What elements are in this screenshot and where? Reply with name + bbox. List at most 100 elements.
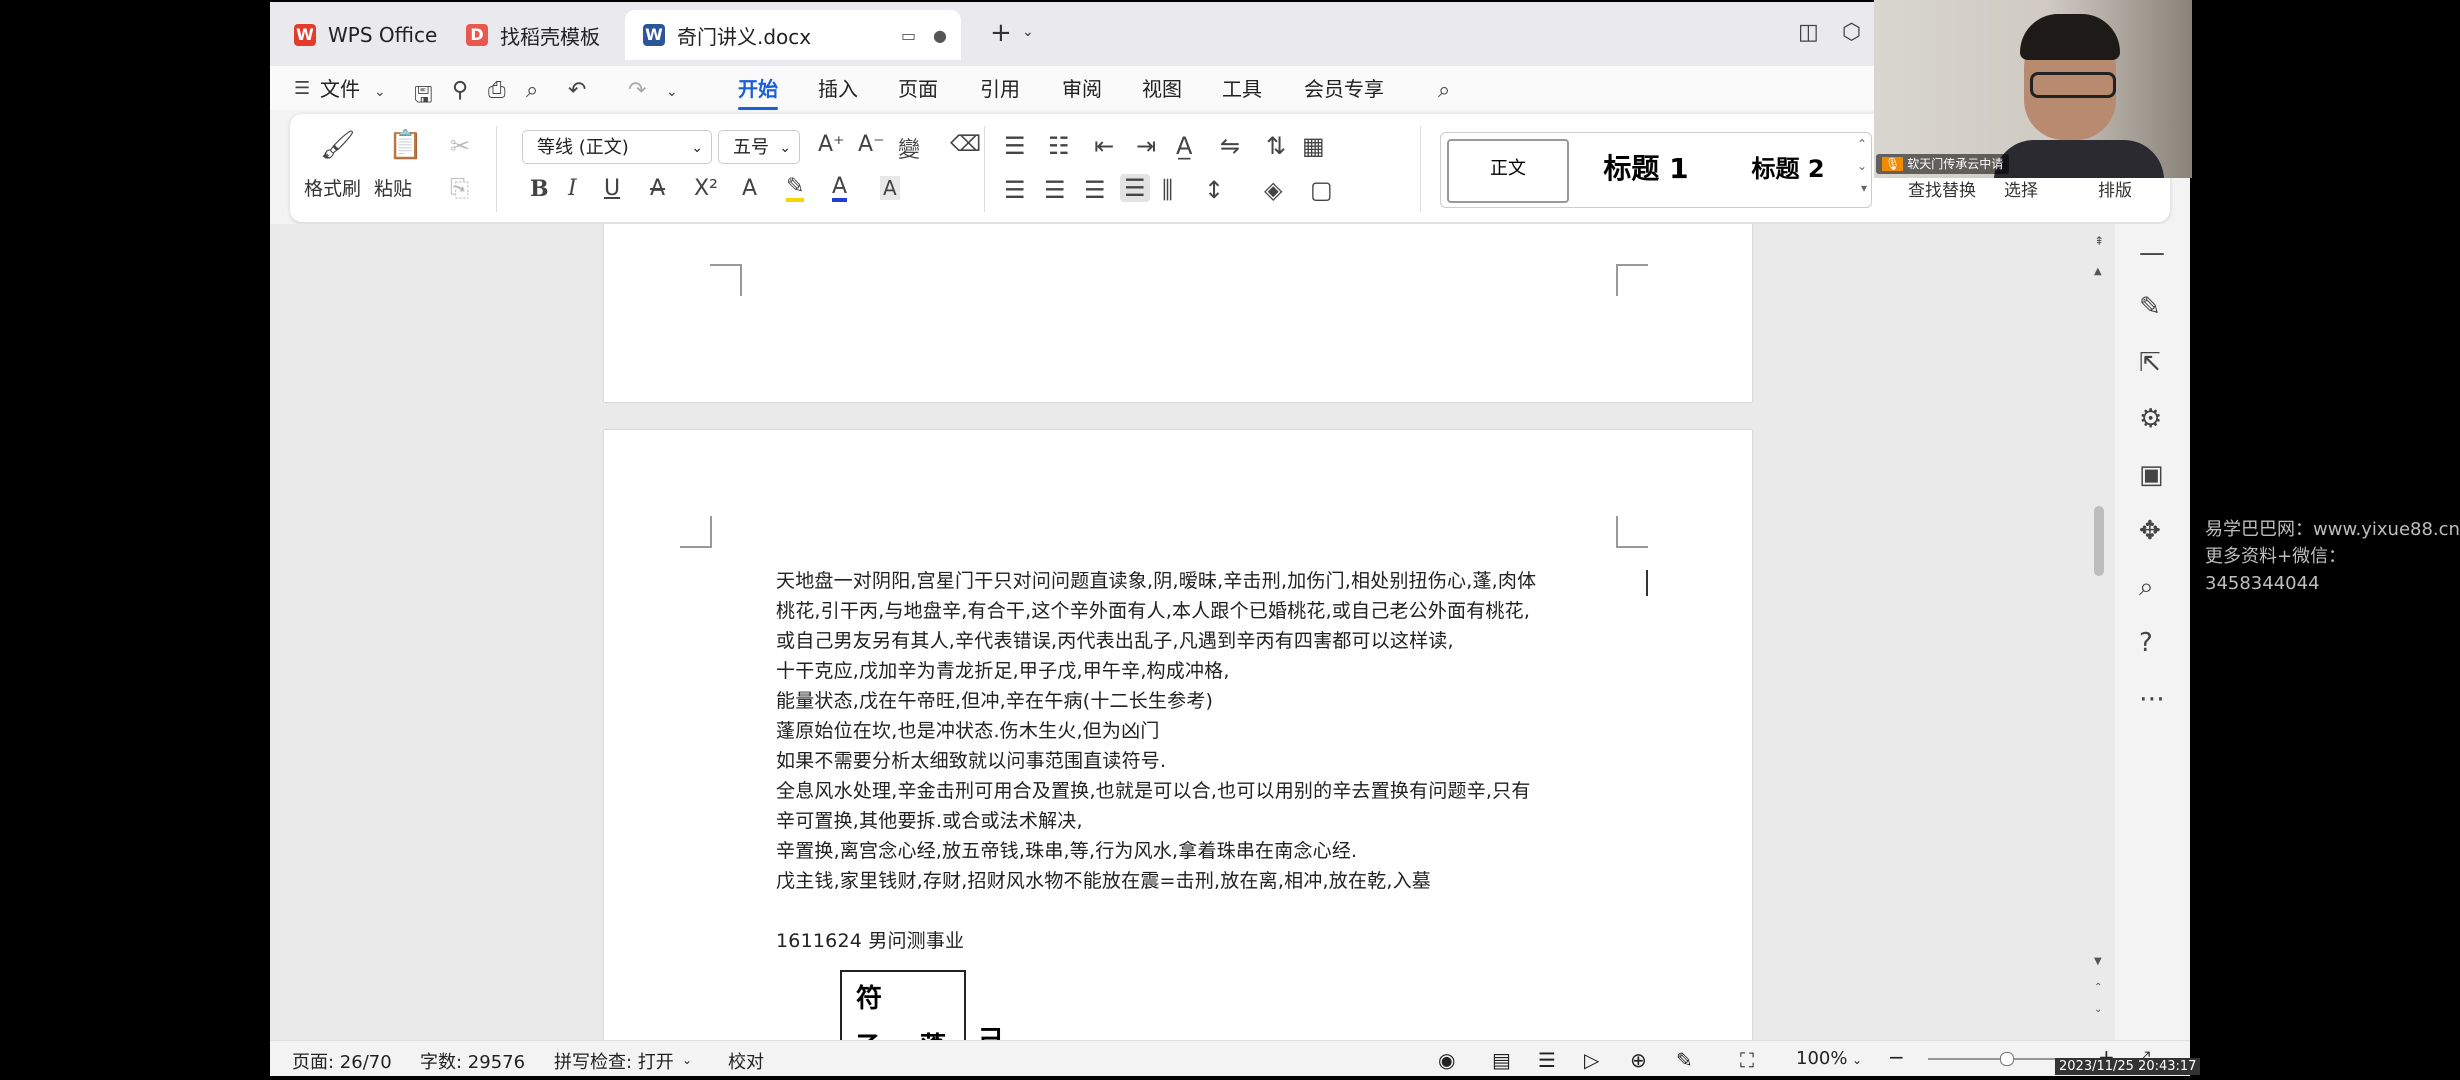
search-icon[interactable]: ⌕ xyxy=(1438,78,1450,103)
italic-icon[interactable]: I xyxy=(568,176,577,201)
cut-icon[interactable]: ✂ xyxy=(450,132,470,160)
menu-insert[interactable]: 插入 xyxy=(818,74,858,104)
fit-page-icon[interactable]: ⛶ xyxy=(1740,1048,1754,1072)
vertical-scrollbar[interactable]: ⇞ ▲ ▼ ⌃ ⌄ xyxy=(2092,234,2108,1034)
char-shading-icon[interactable]: A xyxy=(880,176,900,200)
outline-view-icon[interactable]: ☰ xyxy=(1538,1048,1556,1072)
scroll-down-icon[interactable]: ▼ xyxy=(2094,956,2102,967)
scroll-top-icon[interactable]: ⇞ xyxy=(2094,234,2104,248)
minus-icon[interactable]: — xyxy=(2139,238,2165,268)
style-heading-1[interactable]: 标题 1 xyxy=(1581,139,1711,199)
format-painter-label[interactable]: 格式刷 xyxy=(304,174,361,201)
strikethrough-icon[interactable]: A xyxy=(650,176,665,201)
menu-references[interactable]: 引用 xyxy=(980,74,1020,104)
tab-document[interactable]: W 奇门讲义.docx ▭ ● xyxy=(625,10,961,60)
menu-member[interactable]: 会员专享 xyxy=(1304,74,1384,104)
document-canvas[interactable]: 天地盘一对阴阳,宫星门干只对问问题直读象,阴,暧昧,辛击刑,加伤门,相处别扭伤心… xyxy=(270,224,2190,1040)
tab-list-chevron-icon[interactable]: ⌄ xyxy=(1022,24,1034,40)
format-painter-icon[interactable]: 🖌 xyxy=(320,128,356,161)
redo-icon[interactable]: ↷ xyxy=(628,78,646,103)
superscript-icon[interactable]: X² xyxy=(694,176,718,201)
line-spacing-icon[interactable]: ↕ xyxy=(1204,176,1224,204)
text-effect-icon[interactable]: A xyxy=(742,176,757,201)
borders-icon[interactable]: ▢ xyxy=(1310,176,1333,204)
style-scroll-down-icon[interactable]: ⌄ xyxy=(1857,159,1867,173)
align-left-icon[interactable]: ☰ xyxy=(1004,176,1026,204)
pointer-icon[interactable]: ⇱ xyxy=(2139,348,2161,378)
underline-icon[interactable]: U xyxy=(604,176,620,201)
scroll-up-icon[interactable]: ▲ xyxy=(2094,266,2102,277)
increase-indent-icon[interactable]: ⇥ xyxy=(1136,132,1156,160)
print-preview-icon[interactable]: ⌕ xyxy=(526,78,538,103)
copy-icon[interactable]: ⎘ xyxy=(450,174,469,202)
bold-icon[interactable]: B xyxy=(530,176,549,202)
numbered-list-icon[interactable]: ☷ xyxy=(1048,132,1070,160)
text-direction-icon[interactable]: A̲ xyxy=(1176,132,1192,160)
menu-page[interactable]: 页面 xyxy=(898,74,938,104)
style-normal[interactable]: 正文 xyxy=(1447,139,1569,203)
spell-check[interactable]: 拼写检查: 打开 xyxy=(554,1048,674,1074)
paste-icon[interactable]: 📋 xyxy=(388,128,423,161)
next-page-icon[interactable]: ⌄ xyxy=(2094,1004,2102,1015)
show-marks-icon[interactable]: ▦ xyxy=(1302,132,1325,160)
zoom-level[interactable]: 100% xyxy=(1796,1048,1847,1069)
style-expand-icon[interactable]: ▾ xyxy=(1861,181,1867,195)
window-restore-icon[interactable]: ▭ xyxy=(901,26,916,45)
sort-icon[interactable]: ⇅ xyxy=(1266,132,1286,160)
book-search-icon[interactable]: ⌕ xyxy=(2139,572,2154,603)
zoom-chevron-icon[interactable]: ⌄ xyxy=(1852,1053,1862,1067)
new-tab-icon[interactable]: + xyxy=(990,18,1012,48)
eye-protection-icon[interactable]: ◉ xyxy=(1438,1048,1455,1072)
play-icon[interactable]: ▷ xyxy=(1584,1048,1599,1072)
save-icon[interactable]: 🖫 xyxy=(414,78,433,116)
style-heading-2[interactable]: 标题 2 xyxy=(1723,139,1853,199)
scrollbar-thumb[interactable] xyxy=(2094,506,2104,576)
web-view-icon[interactable]: ⊕ xyxy=(1630,1048,1647,1072)
bullet-list-icon[interactable]: ☰ xyxy=(1004,132,1026,160)
menu-tools[interactable]: 工具 xyxy=(1222,74,1262,104)
zoom-slider-thumb[interactable] xyxy=(2000,1052,2014,1066)
unsaved-dot-icon[interactable]: ● xyxy=(933,26,947,45)
quick-access-chevron-icon[interactable]: ⌄ xyxy=(666,84,678,100)
font-size-select[interactable]: 五号 ⌄ xyxy=(718,130,800,164)
menu-view[interactable]: 视图 xyxy=(1142,74,1182,104)
spell-chevron-icon[interactable]: ⌄ xyxy=(682,1053,692,1067)
find-replace-button[interactable]: 查找替换 xyxy=(1908,176,1976,201)
decrease-indent-icon[interactable]: ⇤ xyxy=(1094,132,1114,160)
edit-pen-icon[interactable]: ✎ xyxy=(2139,292,2161,322)
font-name-select[interactable]: 等线 (正文) ⌄ xyxy=(522,130,712,164)
hamburger-icon[interactable]: ☰ xyxy=(294,78,310,99)
undo-icon[interactable]: ↶ xyxy=(568,78,586,103)
increase-font-icon[interactable]: A⁺ xyxy=(818,132,845,157)
shading-icon[interactable]: ◈ xyxy=(1264,176,1282,204)
menu-home[interactable]: 开始 xyxy=(738,74,778,110)
more-icon[interactable]: ⋯ xyxy=(2139,684,2165,714)
adjust-icon[interactable]: ⚙ xyxy=(2139,404,2162,434)
help-icon[interactable]: ? xyxy=(2139,628,2153,658)
word-count[interactable]: 字数: 29576 xyxy=(420,1048,525,1074)
font-color-icon[interactable]: A xyxy=(832,176,848,202)
highlight-icon[interactable]: ✎ xyxy=(786,176,805,202)
write-mode-icon[interactable]: ✎ xyxy=(1676,1048,1693,1072)
print-icon[interactable]: ⎙ xyxy=(488,78,506,103)
page-view-icon[interactable]: ▤ xyxy=(1492,1048,1511,1072)
proofread[interactable]: 校对 xyxy=(728,1048,764,1074)
ai-image-icon[interactable]: ▣ xyxy=(2139,460,2164,490)
page-count[interactable]: 页面: 26/70 xyxy=(292,1048,392,1074)
prev-page-icon[interactable]: ⌃ xyxy=(2094,982,2102,993)
phonetic-icon[interactable]: 變 xyxy=(898,132,920,164)
align-right-icon[interactable]: ☰ xyxy=(1084,176,1106,204)
tools-icon[interactable]: ✥ xyxy=(2139,516,2161,546)
justify-icon[interactable]: ☰ xyxy=(1120,174,1150,202)
style-scroll-up-icon[interactable]: ⌃ xyxy=(1857,137,1867,151)
decrease-font-icon[interactable]: A⁻ xyxy=(858,132,885,157)
zoom-out-icon[interactable]: − xyxy=(1888,1045,1905,1069)
file-chevron-icon[interactable]: ⌄ xyxy=(374,84,386,100)
arrange-button[interactable]: 排版 xyxy=(2098,176,2132,201)
menu-review[interactable]: 审阅 xyxy=(1062,74,1102,104)
tab-wps-office[interactable]: W WPS Office xyxy=(276,10,444,60)
tab-docer[interactable]: D 找稻壳模板 xyxy=(448,10,618,60)
menu-file[interactable]: 文件 xyxy=(320,74,360,104)
clear-format-icon[interactable]: ⌫ xyxy=(950,132,981,157)
sidebar-toggle-icon[interactable]: ◫ xyxy=(1798,20,1819,45)
